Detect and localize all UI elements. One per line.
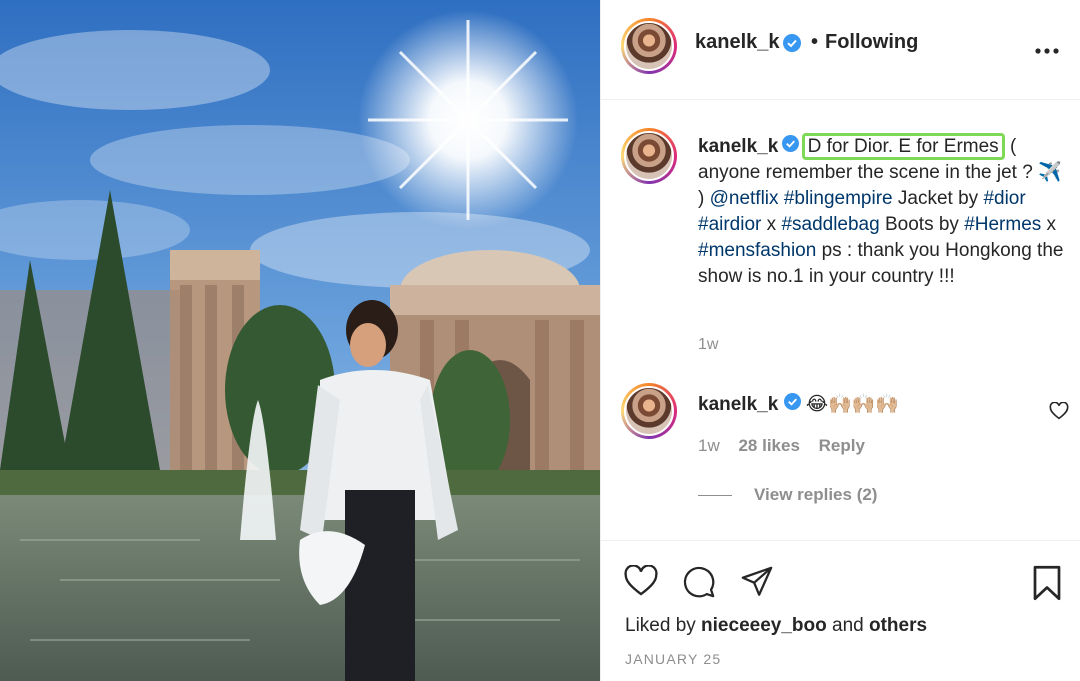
- liked-by-others[interactable]: others: [869, 615, 927, 636]
- hashtag-blingempire[interactable]: #blingempire: [784, 188, 893, 209]
- caption-text: kanelk_k D for Dior. E for Ermes ( anyon…: [698, 133, 1070, 290]
- caption-fragment: Boots by: [879, 214, 965, 236]
- heart-icon[interactable]: [623, 564, 659, 602]
- comment-meta: 1w 28 likes Reply: [698, 436, 879, 456]
- author-username[interactable]: kanelk_k: [695, 31, 780, 54]
- caption-username[interactable]: kanelk_k: [698, 136, 778, 157]
- header-separator: •: [811, 31, 819, 53]
- hashtag-mensfashion[interactable]: #mensfashion: [698, 240, 816, 261]
- caption-fragment: x: [761, 214, 782, 236]
- caption-timestamp[interactable]: 1w: [698, 336, 718, 354]
- author-avatar[interactable]: [621, 18, 677, 74]
- mention-netflix[interactable]: @netflix: [710, 188, 779, 209]
- caption-fragment: x: [1041, 214, 1057, 236]
- comment-text: 😂🙌🏼🙌🏼🙌🏼: [805, 394, 900, 415]
- post-image: [0, 0, 600, 681]
- replies-divider: [698, 495, 732, 497]
- post-header: kanelk_k • Following: [601, 0, 1080, 100]
- verified-icon: [783, 34, 801, 57]
- hashtag-hermes[interactable]: #Hermes: [964, 214, 1041, 235]
- comment-username[interactable]: kanelk_k: [698, 394, 778, 415]
- comment-avatar[interactable]: [621, 383, 677, 439]
- comment-line: kanelk_k 😂🙌🏼🙌🏼🙌🏼: [698, 392, 899, 416]
- verified-icon: [782, 134, 800, 160]
- comment-timestamp[interactable]: 1w: [698, 436, 720, 455]
- liked-by-user[interactable]: nieceeey_boo: [701, 615, 827, 636]
- post-photo[interactable]: [0, 0, 600, 681]
- liked-by-mid: and: [826, 615, 869, 636]
- liked-by-prefix: Liked by: [625, 615, 702, 636]
- hashtag-dior[interactable]: #dior: [983, 188, 1025, 209]
- following-button[interactable]: Following: [825, 31, 918, 54]
- post-actions: Liked by nieceeey_boo and others JANUARY…: [601, 540, 1080, 681]
- comment-likes[interactable]: 28 likes: [738, 436, 799, 455]
- heart-icon[interactable]: [1049, 401, 1069, 425]
- post-detail-panel: kanelk_k • Following kanelk_k D for Dior…: [600, 0, 1080, 681]
- caption-fragment: Jacket by: [892, 188, 984, 210]
- reply-button[interactable]: Reply: [819, 436, 865, 455]
- liked-by: Liked by nieceeey_boo and others: [625, 615, 927, 637]
- view-replies-label: View replies (2): [754, 485, 878, 504]
- view-replies-button[interactable]: View replies (2): [698, 485, 877, 505]
- share-icon[interactable]: [739, 565, 775, 604]
- hashtag-airdior[interactable]: #airdior: [698, 214, 761, 235]
- post-date[interactable]: JANUARY 25: [625, 651, 721, 667]
- caption-highlight: D for Dior. E for Ermes: [801, 133, 1005, 161]
- caption-avatar[interactable]: [621, 128, 677, 184]
- bookmark-icon[interactable]: [1031, 565, 1063, 606]
- comment-icon[interactable]: [681, 565, 717, 604]
- verified-icon: [783, 393, 801, 416]
- more-icon[interactable]: [1035, 42, 1059, 60]
- hashtag-saddlebag[interactable]: #saddlebag: [781, 214, 879, 235]
